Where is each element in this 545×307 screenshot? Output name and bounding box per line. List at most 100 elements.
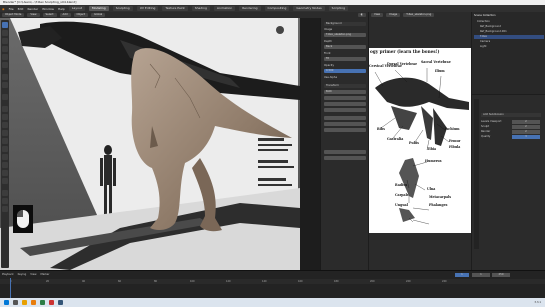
outliner-item-light[interactable]: Light xyxy=(474,45,544,49)
app-icon-3[interactable] xyxy=(58,300,63,305)
field-value-quality[interactable]: 3 xyxy=(512,135,540,139)
properties-tab-strip xyxy=(474,99,479,249)
modifier-header[interactable]: Add Subdivision xyxy=(481,113,541,117)
select-box-tool-icon[interactable] xyxy=(2,22,8,28)
transform-tool-icon[interactable] xyxy=(2,62,8,68)
object-menu[interactable]: Object xyxy=(73,13,88,17)
search-icon[interactable] xyxy=(13,300,18,305)
depth-field[interactable]: Back xyxy=(324,45,366,49)
3d-viewport[interactable] xyxy=(0,18,300,270)
rotate-tool-icon[interactable] xyxy=(2,46,8,52)
navigation-gizmo-icon[interactable] xyxy=(276,26,284,34)
mask-brush-icon[interactable] xyxy=(2,162,8,168)
tab-geometry-nodes[interactable]: Geometry Nodes xyxy=(293,6,325,11)
transform-field-5[interactable] xyxy=(324,122,366,126)
tab-texture-paint[interactable]: Texture Paint xyxy=(162,6,188,11)
smooth-brush-icon[interactable] xyxy=(2,130,8,136)
box-mask-tool-icon[interactable] xyxy=(2,190,8,196)
app-icon-2[interactable] xyxy=(49,300,54,305)
tab-modeling[interactable]: Modeling xyxy=(89,6,109,11)
transform-field-6[interactable] xyxy=(324,128,366,132)
app-icon-1[interactable] xyxy=(40,300,45,305)
box-hide-tool-icon[interactable] xyxy=(2,198,8,204)
outliner-item-t-rex[interactable]: T-Rex xyxy=(474,35,544,39)
field-value-render[interactable]: 2 xyxy=(512,130,540,134)
grab-brush-icon[interactable] xyxy=(2,138,8,144)
tab-rendering[interactable]: Rendering xyxy=(239,6,261,11)
select-menu[interactable]: Select xyxy=(42,13,57,17)
inflate-brush-icon[interactable] xyxy=(2,122,8,128)
scale-tool-icon[interactable] xyxy=(2,54,8,60)
start-frame-field[interactable]: 1 xyxy=(472,273,490,277)
use-alpha-checkbox[interactable]: Use Alpha xyxy=(324,76,366,80)
timeline-ruler[interactable]: 020406080100120140160180200220240 xyxy=(0,279,545,284)
start-icon[interactable] xyxy=(4,300,9,305)
outliner-item-ref-background[interactable]: Ref_Background xyxy=(474,25,544,29)
view-menu[interactable]: View xyxy=(27,13,40,17)
transform-field-3[interactable] xyxy=(324,108,366,112)
menu-help[interactable]: Help xyxy=(58,7,65,11)
label-tibia: Tibia xyxy=(427,147,437,151)
menu-window[interactable]: Window xyxy=(42,7,54,11)
side-field[interactable]: Both xyxy=(324,90,366,94)
option-field-1[interactable] xyxy=(324,150,366,154)
image-menu[interactable]: Image xyxy=(386,13,401,17)
playhead[interactable] xyxy=(10,278,11,298)
clay-brush-icon[interactable] xyxy=(2,114,8,120)
label-humerus: Humerus xyxy=(425,159,442,163)
pinch-brush-icon[interactable] xyxy=(2,154,8,160)
move-tool-icon[interactable] xyxy=(2,38,8,44)
section-background[interactable]: Background xyxy=(324,22,366,26)
mesh-filter-tool-icon[interactable] xyxy=(2,206,8,212)
annotate-tool-icon[interactable] xyxy=(2,74,8,80)
add-cube-tool-icon[interactable] xyxy=(2,94,8,100)
tab-compositing[interactable]: Compositing xyxy=(264,6,290,11)
outliner-item-camera[interactable]: Camera xyxy=(474,40,544,44)
file-explorer-icon[interactable] xyxy=(22,300,27,305)
image-field[interactable]: T-Rex_skeleton.png xyxy=(324,33,366,37)
outliner-item-collection[interactable]: Collection xyxy=(474,20,544,24)
transform-orientation-dropdown[interactable]: Global xyxy=(91,13,106,17)
draw-brush-icon[interactable] xyxy=(2,106,8,112)
end-frame-field[interactable]: 250 xyxy=(492,273,510,277)
layer-brush-icon[interactable] xyxy=(2,178,8,184)
outliner-item-ref-background-001[interactable]: Ref_Background.001 xyxy=(474,30,544,34)
option-checkbox-1[interactable] xyxy=(324,136,366,140)
timeline-marker-menu[interactable]: Marker xyxy=(40,273,49,277)
tab-layout[interactable]: Layout xyxy=(68,6,86,11)
blender-logo-icon[interactable]: ◉ xyxy=(2,7,5,11)
opacity-slider[interactable]: 0.500 xyxy=(324,69,366,73)
field-value-sculpt[interactable]: 2 xyxy=(512,125,540,129)
timeline-view-menu[interactable]: View xyxy=(30,273,36,277)
measure-tool-icon[interactable] xyxy=(2,82,8,88)
frame-method-field[interactable]: Fit xyxy=(324,57,366,61)
field-value-levels[interactable]: 2 xyxy=(512,120,540,124)
tab-uv-editing[interactable]: UV Editing xyxy=(136,6,159,11)
tab-animation[interactable]: Animation xyxy=(213,6,236,11)
cursor-tool-icon[interactable] xyxy=(2,30,8,36)
transform-field-4[interactable] xyxy=(324,116,366,120)
reference-image-panel[interactable]: ogy primer (learn the bones!) Dorsal Ver… xyxy=(369,18,471,270)
option-checkbox-2[interactable] xyxy=(324,142,366,146)
viewport-shading-icon[interactable]: ◐ xyxy=(357,13,366,17)
add-menu[interactable]: Add xyxy=(59,13,71,17)
timeline-keying-menu[interactable]: Keying xyxy=(18,273,27,277)
crease-brush-icon[interactable] xyxy=(2,146,8,152)
tab-sculpting[interactable]: Sculpting xyxy=(112,6,133,11)
transform-field-2[interactable] xyxy=(324,102,366,106)
snake-hook-brush-icon[interactable] xyxy=(2,170,8,176)
section-transform[interactable]: Transform xyxy=(324,84,366,88)
timeline-playback-menu[interactable]: Playback xyxy=(2,273,14,277)
menu-render[interactable]: Render xyxy=(27,7,38,11)
current-frame-field[interactable]: 1 xyxy=(455,273,469,277)
option-field-2[interactable] xyxy=(324,156,366,160)
tab-shading[interactable]: Shading xyxy=(191,6,210,11)
menu-file[interactable]: File xyxy=(9,7,14,11)
transform-field-1[interactable] xyxy=(324,96,366,100)
image-name-field[interactable]: T-Rex_skeleton.png xyxy=(403,13,435,17)
mode-dropdown[interactable]: Object Mode xyxy=(2,13,25,17)
blender-taskbar-icon[interactable] xyxy=(31,300,36,305)
tab-scripting[interactable]: Scripting xyxy=(328,6,349,11)
menu-edit[interactable]: Edit xyxy=(18,7,24,11)
image-view-menu[interactable]: View xyxy=(371,13,384,17)
